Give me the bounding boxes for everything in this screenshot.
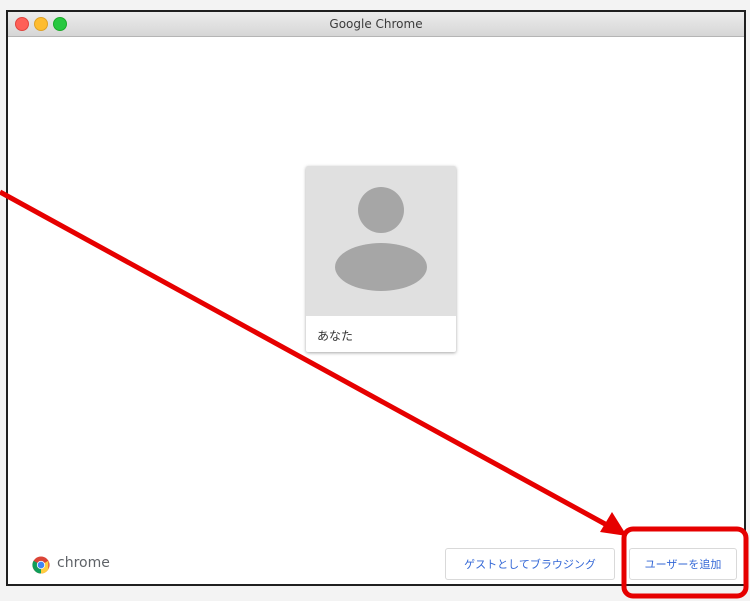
chrome-wordmark: chrome [57, 555, 110, 571]
profile-name: あなた [317, 329, 354, 343]
add-user-button[interactable]: ユーザーを追加 [629, 548, 737, 580]
chrome-profile-window: Google Chrome あなた chrome ゲストとしてブラウジング ユー… [6, 10, 746, 586]
title-bar[interactable]: Google Chrome [8, 12, 744, 37]
browse-as-guest-button[interactable]: ゲストとしてブラウジング [445, 548, 615, 580]
chrome-logo-icon [32, 556, 50, 574]
profile-card[interactable]: あなた [306, 166, 456, 352]
default-avatar-icon [335, 187, 427, 291]
avatar [306, 166, 456, 316]
window-title: Google Chrome [329, 17, 423, 31]
